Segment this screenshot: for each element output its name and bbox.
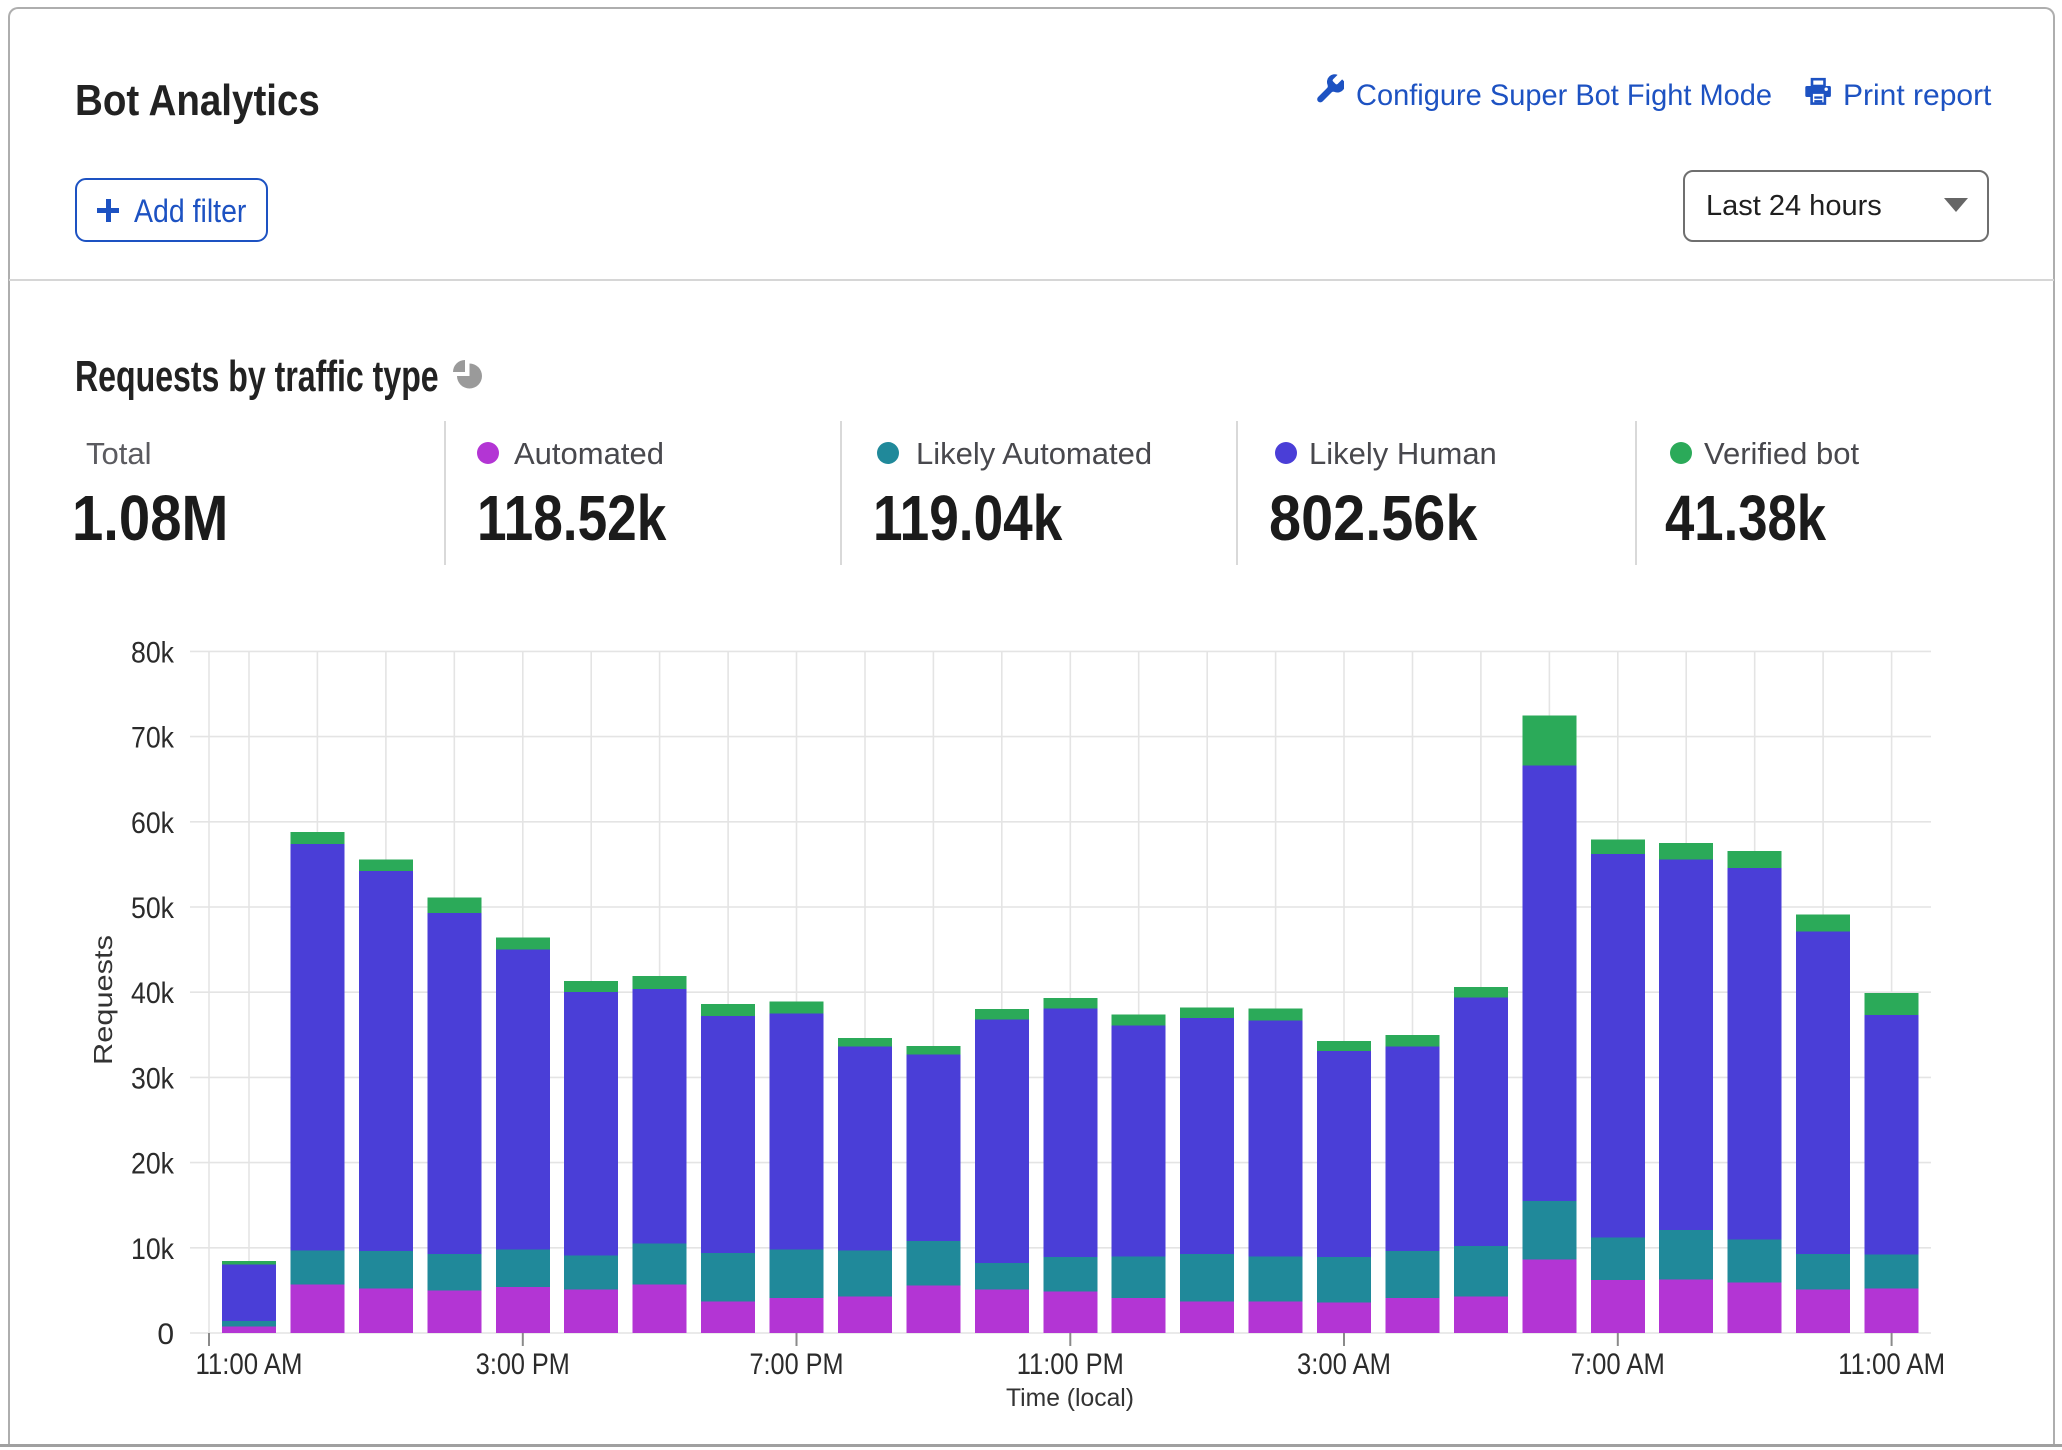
svg-text:80k: 80k — [131, 636, 175, 669]
svg-text:10k: 10k — [131, 1233, 175, 1266]
svg-text:40k: 40k — [131, 977, 175, 1010]
svg-text:11:00 AM: 11:00 AM — [196, 1348, 303, 1381]
svg-text:3:00 PM: 3:00 PM — [476, 1348, 570, 1381]
svg-text:3:00 AM: 3:00 AM — [1297, 1348, 1391, 1381]
svg-text:30k: 30k — [131, 1062, 175, 1095]
svg-text:7:00 AM: 7:00 AM — [1571, 1348, 1665, 1381]
svg-text:7:00 PM: 7:00 PM — [750, 1348, 844, 1381]
svg-text:11:00 PM: 11:00 PM — [1017, 1348, 1124, 1381]
svg-text:11:00 AM: 11:00 AM — [1838, 1348, 1945, 1381]
svg-text:50k: 50k — [131, 892, 175, 925]
svg-text:20k: 20k — [131, 1148, 175, 1181]
svg-text:0: 0 — [157, 1318, 174, 1351]
svg-text:60k: 60k — [131, 807, 175, 840]
svg-text:70k: 70k — [131, 722, 175, 755]
svg-text:Requests: Requests — [88, 935, 118, 1065]
svg-text:Time (local): Time (local) — [1006, 1384, 1134, 1412]
